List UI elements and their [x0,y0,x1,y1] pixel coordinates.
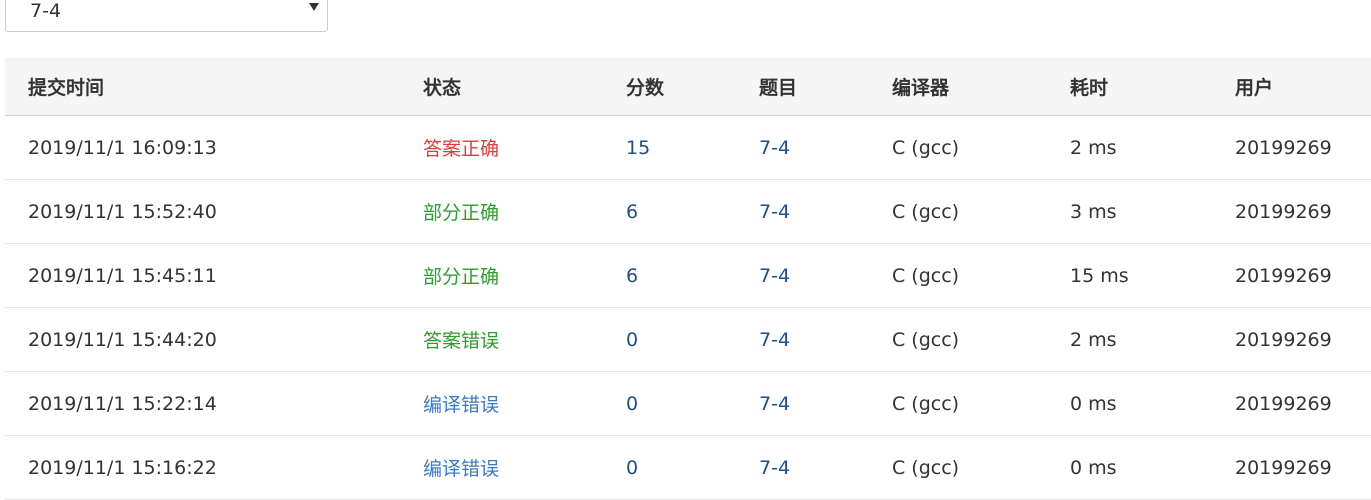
header-submit-time: 提交时间 [28,77,105,99]
submit-time: 2019/11/1 16:09:13 [28,136,217,159]
header-problem: 题目 [759,77,798,99]
problem-select[interactable]: 7-4 [5,0,328,32]
status-link[interactable]: 答案正确 [423,116,499,179]
user: 20199269 [1235,200,1332,223]
duration: 2 ms [1070,136,1117,159]
table-header-row: 提交时间 状态 分数 题目 编译器 耗时 用户 [5,58,1371,116]
user: 20199269 [1235,456,1332,479]
table-row: 2019/11/1 15:44:20 答案错误 0 7-4 C (gcc) 2 … [5,308,1371,372]
compiler: C (gcc) [892,328,960,351]
submit-time: 2019/11/1 15:45:11 [28,264,217,287]
submit-time: 2019/11/1 15:44:20 [28,328,217,351]
table-row: 2019/11/1 15:22:14 编译错误 0 7-4 C (gcc) 0 … [5,372,1371,436]
score-link[interactable]: 15 [626,116,650,179]
compiler: C (gcc) [892,136,960,159]
score-link[interactable]: 0 [626,436,638,499]
compiler: C (gcc) [892,392,960,415]
problem-link[interactable]: 7-4 [759,116,790,179]
table-row: 2019/11/1 15:52:40 部分正确 6 7-4 C (gcc) 3 … [5,180,1371,244]
submit-time: 2019/11/1 15:16:22 [28,456,217,479]
user: 20199269 [1235,136,1332,159]
header-status: 状态 [423,77,462,99]
submissions-table: 提交时间 状态 分数 题目 编译器 耗时 用户 2019/11/1 16:09:… [5,58,1371,500]
score-link[interactable]: 6 [626,180,638,243]
table-row: 2019/11/1 15:16:22 编译错误 0 7-4 C (gcc) 0 … [5,436,1371,500]
problem-link[interactable]: 7-4 [759,244,790,307]
submit-time: 2019/11/1 15:52:40 [28,200,217,223]
compiler: C (gcc) [892,264,960,287]
status-link[interactable]: 答案错误 [423,308,499,371]
score-link[interactable]: 6 [626,244,638,307]
submit-time: 2019/11/1 15:22:14 [28,392,217,415]
duration: 0 ms [1070,456,1117,479]
triangle-down-icon [309,3,319,11]
duration: 0 ms [1070,392,1117,415]
table-row: 2019/11/1 16:09:13 答案正确 15 7-4 C (gcc) 2… [5,116,1371,180]
status-link[interactable]: 部分正确 [423,180,499,243]
header-user: 用户 [1235,77,1274,99]
header-compiler: 编译器 [892,77,950,99]
problem-link[interactable]: 7-4 [759,180,790,243]
problem-link[interactable]: 7-4 [759,308,790,371]
status-link[interactable]: 编译错误 [423,372,499,435]
user: 20199269 [1235,328,1332,351]
problem-link[interactable]: 7-4 [759,372,790,435]
compiler: C (gcc) [892,200,960,223]
duration: 3 ms [1070,200,1117,223]
header-duration: 耗时 [1070,77,1109,99]
duration: 15 ms [1070,264,1129,287]
user: 20199269 [1235,264,1332,287]
duration: 2 ms [1070,328,1117,351]
user: 20199269 [1235,392,1332,415]
score-link[interactable]: 0 [626,308,638,371]
status-link[interactable]: 编译错误 [423,436,499,499]
compiler: C (gcc) [892,456,960,479]
status-link[interactable]: 部分正确 [423,244,499,307]
problem-select-value: 7-4 [30,0,62,22]
header-score: 分数 [626,77,665,99]
table-row: 2019/11/1 15:45:11 部分正确 6 7-4 C (gcc) 15… [5,244,1371,308]
score-link[interactable]: 0 [626,372,638,435]
problem-link[interactable]: 7-4 [759,436,790,499]
